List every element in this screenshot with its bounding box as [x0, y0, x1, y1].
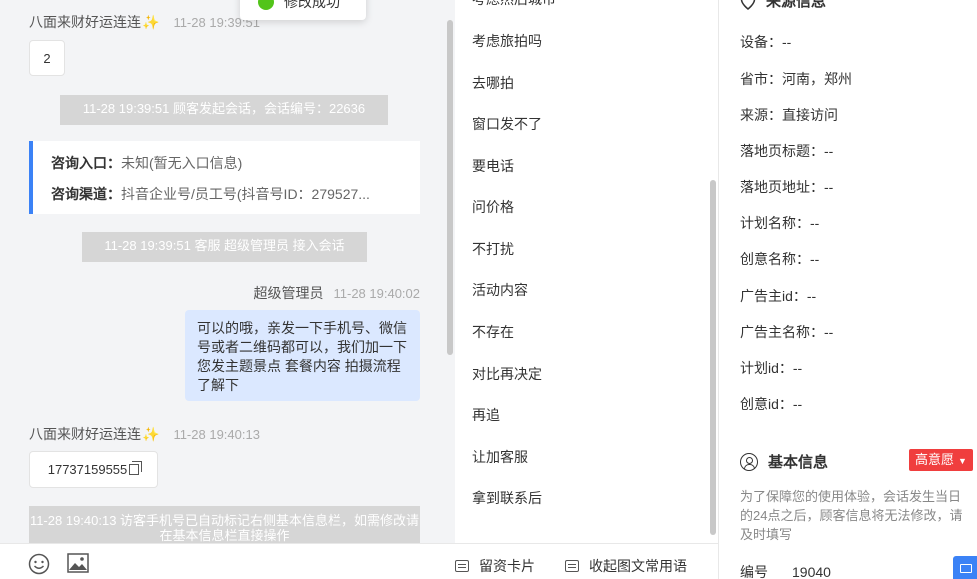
check-circle-icon	[258, 0, 274, 10]
customer-info-panel: 来源信息 设备：-- 省市：河南，郑州 来源：直接访问 落地页标题：-- 落地页…	[719, 0, 977, 579]
quick-reply-panel: 考虑然后城市 考虑旅拍吗 去哪拍 窗口发不了 要电话 问价格 不打扰 活动内容 …	[455, 0, 718, 543]
quick-reply-item[interactable]: 去哪拍	[472, 73, 514, 93]
quick-reply-item[interactable]: 窗口发不了	[472, 114, 542, 134]
message-time: 11-28 19:40:02	[333, 286, 421, 301]
message-time: 11-28 19:40:13	[173, 426, 260, 442]
customer-sender-2: 八面来财好运连连 ✨ 11-28 19:40:13	[29, 424, 260, 444]
info-advertiser-name: 广告主名称：--	[740, 324, 834, 340]
system-message-session-start: 11-28 19:39:51 顾客发起会话，会话编号：22636	[60, 95, 388, 125]
quick-reply-item[interactable]: 不打扰	[472, 239, 514, 259]
quick-reply-item[interactable]: 拿到联系后	[472, 488, 542, 508]
info-creative-name: 创意名称：--	[740, 251, 820, 267]
info-advertiser-id: 广告主id：--	[740, 288, 817, 304]
entry-value: 未知(暂无入口信息)	[121, 155, 243, 171]
channel-label: 咨询渠道：	[51, 186, 121, 202]
quick-reply-item[interactable]: 不存在	[472, 322, 514, 342]
info-source: 来源：直接访问	[740, 107, 838, 123]
system-message-phone-marked: 11-28 19:40:13 访客手机号已自动标记右侧基本信息栏，如需修改请在基…	[29, 506, 420, 543]
source-info-title: 来源信息	[766, 0, 827, 10]
caret-down-icon: ▼	[958, 456, 967, 466]
collapse-phrases-button[interactable]: 收起图文常用语	[565, 556, 687, 576]
customer-name: 八面来财好运连连	[29, 14, 141, 30]
location-icon	[740, 0, 756, 10]
smile-icon[interactable]	[28, 553, 50, 575]
info-landing-title: 落地页标题：--	[740, 143, 834, 159]
sparkle-icon: ✨	[142, 425, 160, 442]
customer-phone-message: 17737159555	[29, 451, 158, 488]
info-landing-url: 落地页地址：--	[740, 179, 834, 195]
quick-reply-footer: 留资卡片 收起图文常用语	[455, 543, 718, 579]
quick-reply-item[interactable]: 对比再决定	[472, 364, 542, 384]
lead-card-label: 留资卡片	[479, 558, 535, 574]
channel-value: 抖音企业号/员工号(抖音号ID：279527...	[121, 186, 370, 202]
card-icon	[455, 560, 469, 572]
customer-name: 八面来财好运连连	[29, 426, 141, 442]
basic-info-title: 基本信息	[768, 454, 829, 471]
system-message-agent-join: 11-28 19:39:51 客服 超级管理员 接入会话	[82, 232, 367, 262]
chat-panel: 八面来财好运连连 ✨ 11-28 19:39:51 2 11-28 19:39:…	[0, 0, 455, 543]
quick-reply-item[interactable]: 让加客服	[472, 447, 528, 467]
agent-message: 可以的哦，亲发一下手机号、微信号或者二维码都可以，我们加一下您发主题景点 套餐内…	[185, 310, 420, 401]
id-label: 编号	[740, 564, 768, 579]
info-creative-id: 创意id：--	[740, 396, 803, 412]
quick-reply-item[interactable]: 要电话	[472, 156, 514, 176]
entry-info-card: 咨询入口：未知(暂无入口信息) 咨询渠道：抖音企业号/员工号(抖音号ID：279…	[29, 141, 420, 214]
chat-toolbar	[0, 543, 455, 579]
entry-label: 咨询入口：	[51, 155, 121, 171]
quick-reply-item[interactable]: 考虑然后城市	[472, 0, 556, 9]
quick-reply-item[interactable]: 问价格	[472, 197, 514, 217]
copy-icon[interactable]	[129, 461, 143, 475]
collapse-phrases-label: 收起图文常用语	[589, 558, 687, 574]
id-value: 19040	[792, 564, 831, 579]
user-icon	[740, 452, 758, 471]
info-plan-name: 计划名称：--	[740, 215, 820, 231]
mail-floating-button[interactable]	[953, 556, 977, 579]
info-plan-id: 计划id：--	[740, 360, 803, 376]
customer-sender-1: 八面来财好运连连 ✨ 11-28 19:39:51	[29, 12, 260, 32]
quick-reply-scrollbar[interactable]	[710, 180, 716, 535]
agent-sender: 超级管理员 11-28 19:40:02	[254, 283, 421, 303]
source-info-header: 来源信息	[740, 0, 826, 11]
basic-info-header: 基本信息	[740, 451, 828, 472]
phone-number: 17737159555	[47, 462, 128, 477]
quick-reply-item[interactable]: 考虑旅拍吗	[472, 31, 542, 51]
edit-deadline-note: 为了保障您的使用体验，会话发生当日的24点之后，顾客信息将无法修改，请及时填写	[740, 489, 963, 542]
intent-level-dropdown[interactable]: 高意愿 ▼	[909, 449, 973, 471]
info-province-city: 省市：河南，郑州	[740, 71, 852, 87]
info-device: 设备：--	[740, 34, 792, 50]
image-icon[interactable]	[67, 553, 89, 573]
quick-reply-item[interactable]: 再追	[472, 405, 500, 425]
customer-message: 2	[29, 40, 65, 76]
message-icon	[565, 560, 579, 572]
quick-reply-item[interactable]: 活动内容	[472, 280, 528, 300]
toast-text: 修改成功	[284, 0, 340, 10]
success-toast: 修改成功	[240, 0, 366, 20]
lead-card-button[interactable]: 留资卡片	[455, 556, 535, 576]
info-id-row: 编号 19040	[740, 562, 831, 579]
intent-level-label: 高意愿	[915, 452, 955, 467]
chat-scrollbar[interactable]	[447, 20, 453, 355]
sparkle-icon: ✨	[142, 13, 160, 30]
agent-name: 超级管理员	[253, 285, 324, 301]
